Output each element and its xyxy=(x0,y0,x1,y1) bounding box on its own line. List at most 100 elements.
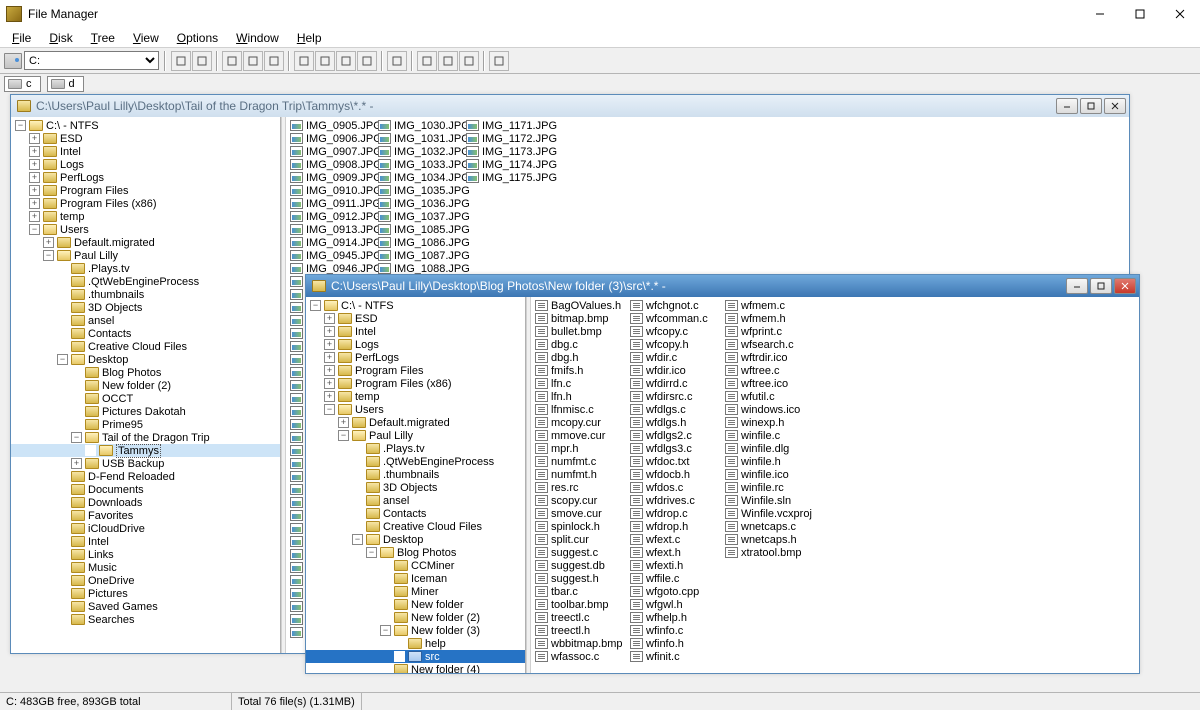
collapse-icon[interactable]: − xyxy=(29,224,40,235)
file-item[interactable]: wfdlgs.c xyxy=(630,403,725,416)
tree-item[interactable]: ansel xyxy=(306,494,525,507)
file-item[interactable]: mcopy.cur xyxy=(535,416,630,429)
file-item[interactable]: wfgwl.h xyxy=(630,598,725,611)
tree-item[interactable]: Searches xyxy=(11,613,280,626)
security-button[interactable] xyxy=(489,51,509,71)
connect-button[interactable] xyxy=(192,51,212,71)
collapse-icon[interactable]: − xyxy=(352,534,363,545)
file-item[interactable]: scopy.cur xyxy=(535,494,630,507)
tree-item[interactable]: Music xyxy=(11,561,280,574)
file-item[interactable]: wfdirrd.c xyxy=(630,377,725,390)
tree-item[interactable]: −Users xyxy=(306,403,525,416)
file-item[interactable]: wfdrives.c xyxy=(630,494,725,507)
child-minimize-button[interactable] xyxy=(1056,98,1078,114)
tree-item[interactable]: 3D Objects xyxy=(11,301,280,314)
file-item[interactable]: wfdir.c xyxy=(630,351,725,364)
tree-item[interactable]: iCloudDrive xyxy=(11,522,280,535)
tree-item[interactable]: Creative Cloud Files xyxy=(306,520,525,533)
tree-item[interactable]: help xyxy=(306,637,525,650)
tree-item[interactable]: +Logs xyxy=(11,158,280,171)
file-item[interactable]: xtratool.bmp xyxy=(725,546,820,559)
file-item[interactable]: IMG_1031.JPG xyxy=(378,132,466,145)
menu-help[interactable]: Help xyxy=(289,30,330,46)
file-item[interactable]: split.cur xyxy=(535,533,630,546)
tree-item[interactable]: Intel xyxy=(11,535,280,548)
close-button[interactable] xyxy=(1160,0,1200,28)
menu-view[interactable]: View xyxy=(125,30,167,46)
tree-item[interactable]: +USB Backup xyxy=(11,457,280,470)
expand-icon[interactable]: + xyxy=(29,133,40,144)
tree-item[interactable]: New folder xyxy=(306,598,525,611)
tree-item[interactable]: Downloads xyxy=(11,496,280,509)
tree-item[interactable]: Documents xyxy=(11,483,280,496)
tree-item[interactable]: Contacts xyxy=(11,327,280,340)
file-item[interactable]: IMG_1036.JPG xyxy=(378,197,466,210)
file-item[interactable]: IMG_0911.JPG xyxy=(290,197,378,210)
icons-list-button[interactable] xyxy=(264,51,284,71)
file-item[interactable]: wnetcaps.c xyxy=(725,520,820,533)
move-button[interactable] xyxy=(438,51,458,71)
file-item[interactable]: wfmem.c xyxy=(725,299,820,312)
tree-item[interactable]: −C:\ - NTFS xyxy=(306,299,525,312)
file-item[interactable]: spinlock.h xyxy=(535,520,630,533)
collapse-icon[interactable]: − xyxy=(15,120,26,131)
file-item[interactable]: wfdlgs.h xyxy=(630,416,725,429)
file-item[interactable]: numfmt.c xyxy=(535,455,630,468)
child-minimize-button[interactable] xyxy=(1066,278,1088,294)
icons-small-button[interactable] xyxy=(243,51,263,71)
drive-tab-c[interactable]: c xyxy=(4,76,41,92)
file-item[interactable]: wfhelp.h xyxy=(630,611,725,624)
file-item[interactable]: IMG_1037.JPG xyxy=(378,210,466,223)
tree-item[interactable]: OCCT xyxy=(11,392,280,405)
tree-item[interactable]: Contacts xyxy=(306,507,525,520)
minimize-button[interactable] xyxy=(1080,0,1120,28)
file-item[interactable]: winfile.h xyxy=(725,455,820,468)
tree-item[interactable]: New folder (4) xyxy=(306,663,525,673)
file-item[interactable]: mmove.cur xyxy=(535,429,630,442)
file-item[interactable]: windows.ico xyxy=(725,403,820,416)
tree-item[interactable]: .thumbnails xyxy=(11,288,280,301)
collapse-icon[interactable]: − xyxy=(366,547,377,558)
file-item[interactable]: wfdocb.h xyxy=(630,468,725,481)
file-item[interactable]: wfcomman.c xyxy=(630,312,725,325)
copy-button[interactable] xyxy=(417,51,437,71)
file-item[interactable]: wfmem.h xyxy=(725,312,820,325)
tree-item[interactable]: D-Fend Reloaded xyxy=(11,470,280,483)
tree-item[interactable]: ansel xyxy=(11,314,280,327)
file-item[interactable]: wftrdir.ico xyxy=(725,351,820,364)
tree-item[interactable]: New folder (2) xyxy=(11,379,280,392)
file-item[interactable]: wfchgnot.c xyxy=(630,299,725,312)
file-item[interactable]: res.rc xyxy=(535,481,630,494)
expand-icon[interactable]: + xyxy=(29,159,40,170)
file-item[interactable]: lfnmisc.c xyxy=(535,403,630,416)
file-item[interactable]: IMG_0908.JPG xyxy=(290,158,378,171)
file-list-pane[interactable]: BagOValues.hbitmap.bmpbullet.bmpdbg.cdbg… xyxy=(531,297,1139,673)
file-item[interactable]: wfcopy.h xyxy=(630,338,725,351)
file-item[interactable]: IMG_0905.JPG xyxy=(290,119,378,132)
collapse-icon[interactable]: − xyxy=(380,625,391,636)
file-item[interactable]: dbg.c xyxy=(535,338,630,351)
file-item[interactable]: suggest.c xyxy=(535,546,630,559)
tree-pane[interactable]: −C:\ - NTFS+ESD+Intel+Logs+PerfLogs+Prog… xyxy=(306,297,526,673)
tree-item[interactable]: .thumbnails xyxy=(306,468,525,481)
expand-icon[interactable]: + xyxy=(324,352,335,363)
file-item[interactable]: IMG_0907.JPG xyxy=(290,145,378,158)
expand-icon[interactable]: + xyxy=(324,378,335,389)
file-item[interactable]: IMG_1033.JPG xyxy=(378,158,466,171)
file-item[interactable]: IMG_1172.JPG xyxy=(466,132,554,145)
tree-item[interactable]: .QtWebEngineProcess xyxy=(306,455,525,468)
new-folder-button[interactable] xyxy=(387,51,407,71)
tree-item[interactable]: Links xyxy=(11,548,280,561)
tree-item[interactable]: Pictures xyxy=(11,587,280,600)
expand-icon[interactable]: + xyxy=(29,185,40,196)
drive-select[interactable]: C: xyxy=(24,51,159,70)
maximize-button[interactable] xyxy=(1120,0,1160,28)
file-item[interactable]: bitmap.bmp xyxy=(535,312,630,325)
file-item[interactable]: tbar.c xyxy=(535,585,630,598)
tree-item[interactable]: .Plays.tv xyxy=(306,442,525,455)
child-maximize-button[interactable] xyxy=(1090,278,1112,294)
expand-icon[interactable]: + xyxy=(71,458,82,469)
tree-pane[interactable]: −C:\ - NTFS+ESD+Intel+Logs+PerfLogs+Prog… xyxy=(11,117,281,653)
tree-item[interactable]: Blog Photos xyxy=(11,366,280,379)
file-item[interactable]: Winfile.sln xyxy=(725,494,820,507)
